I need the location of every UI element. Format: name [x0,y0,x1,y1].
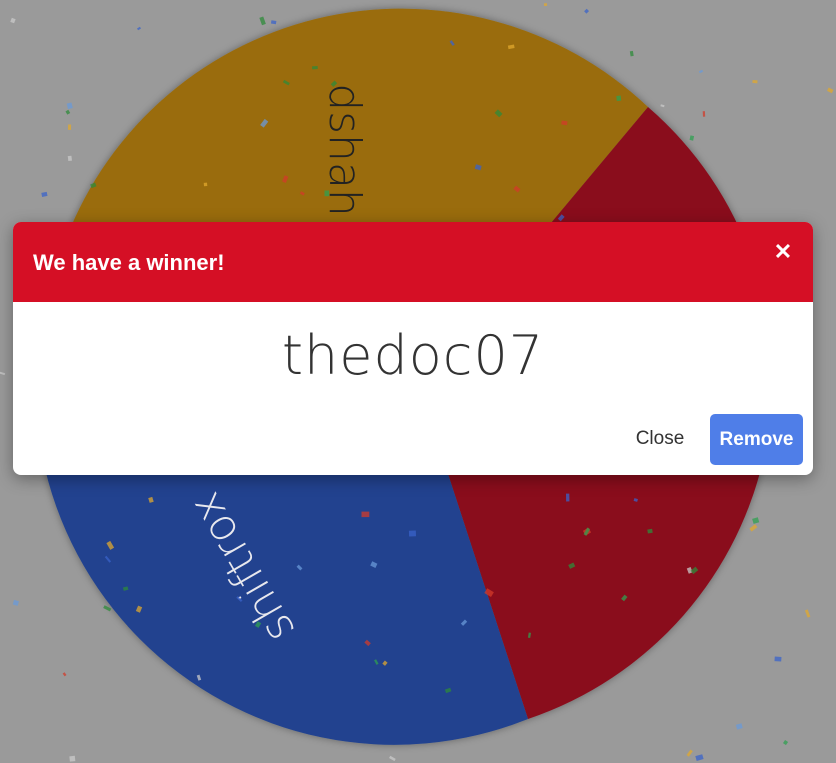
confetti-piece [584,8,590,14]
confetti-piece [137,26,141,31]
confetti-piece [827,87,834,94]
confetti-piece [66,102,73,110]
confetti-piece [616,95,622,102]
confetti-piece [689,135,695,141]
confetti-piece [259,16,266,26]
confetti-piece [69,755,76,762]
modal-title: We have a winner! [33,250,225,275]
confetti-piece [312,66,318,70]
confetti-piece [62,672,67,677]
confetti-piece [735,723,743,730]
winner-name: thedoc07 [281,324,545,387]
confetti-piece [774,656,782,662]
confetti-piece [695,754,704,761]
confetti-piece [408,530,417,537]
confetti-piece [270,20,277,25]
confetti-piece [566,493,570,502]
confetti-piece [361,511,370,518]
close-icon[interactable]: ✕ [771,240,795,264]
confetti-piece [10,17,16,24]
confetti-piece [543,3,548,6]
confetti-piece [103,605,112,612]
modal-header: We have a winner! ✕ [13,222,813,302]
confetti-piece [702,111,706,117]
remove-button[interactable]: Remove [710,414,803,465]
confetti-piece [12,599,19,606]
confetti-piece [67,155,72,162]
confetti-piece [203,182,208,187]
confetti-piece [686,749,693,757]
confetti-piece [0,371,6,376]
confetti-piece [660,104,665,108]
confetti-piece [324,190,330,197]
wheel-label-dshah: dshah [319,83,370,217]
confetti-piece [65,109,71,115]
confetti-piece [749,524,758,532]
confetti-piece [68,124,72,130]
confetti-piece [698,69,704,74]
confetti-piece [752,80,758,84]
confetti-piece [782,740,789,746]
confetti-piece [804,609,811,618]
confetti-piece [388,755,396,762]
confetti-piece [752,517,760,524]
confetti-piece [629,50,634,57]
confetti-piece [41,191,48,197]
close-button[interactable]: Close [626,414,694,464]
winner-modal: We have a winner! ✕ thedoc07 Close Remov… [13,222,813,475]
confetti-piece [647,528,653,534]
